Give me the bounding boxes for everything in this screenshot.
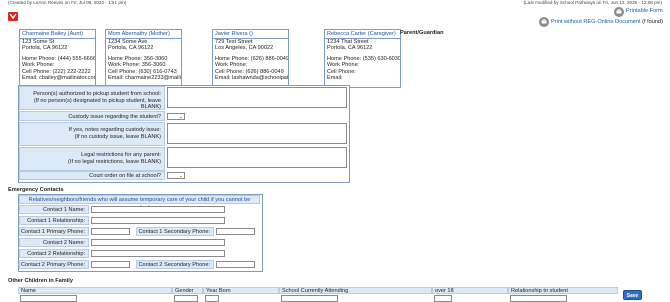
printer-icon[interactable] — [614, 7, 624, 17]
contact1-relationship-label: Contact 1 Relationship: — [19, 216, 89, 225]
contact1-relationship-input[interactable] — [91, 217, 225, 224]
guardian-name[interactable]: Javier Rivera () — [213, 30, 288, 39]
guardian-name[interactable]: Mom Abernathy (Mother) — [106, 30, 181, 39]
child-year-input[interactable] — [205, 295, 219, 302]
found-count: (f found) — [642, 19, 663, 25]
print-without-doc-link[interactable]: Print without REG-Online Document (f fou… — [551, 19, 663, 25]
custody-notes-hint: (If no custody issue, leave BLANK) — [74, 133, 161, 140]
guardian-email: Email: cbailey@mailinator.com — [22, 75, 95, 82]
emergency-header: Relatives/neighbors/friends who will ass… — [19, 195, 260, 211]
custody-issue-label-cell: Custody issue regarding the student? — [19, 111, 165, 121]
custody-issue-label: Custody issue regarding the student? — [68, 113, 161, 120]
contact2-primary-label: Contact 2 Primary Phone: — [19, 260, 89, 269]
col-relationship-header: Relationship to student — [508, 287, 618, 294]
contact1-primary-label: Contact 1 Primary Phone: — [19, 227, 89, 236]
save-button[interactable]: Save — [623, 290, 642, 300]
print-without-label[interactable]: Print without REG-Online Document — [551, 19, 641, 25]
chevron-down-icon: ⌄ — [178, 173, 183, 179]
guardian-name[interactable]: Rebecca Carter (Caregiver) — [325, 30, 400, 39]
contact2-relationship-label: Contact 2 Relationship: — [19, 249, 89, 258]
pickup-label: Person(s) authorized to pickup student f… — [33, 91, 161, 97]
chevron-down-icon: ⌄ — [178, 114, 183, 120]
court-order-label: Court order on file at school? — [89, 173, 161, 179]
printer-icon[interactable] — [539, 17, 549, 27]
contact2-secondary-input[interactable] — [216, 261, 255, 268]
custody-issue-select[interactable]: ⌄ — [167, 113, 185, 120]
child-school-input[interactable] — [281, 295, 338, 302]
legal-label: Legal restrictions for any parent: — [81, 152, 161, 158]
child-over18-select[interactable] — [434, 295, 452, 302]
col-year-born-header: Year Born — [203, 287, 279, 294]
parent-guardian-label: Parent/Guardian — [400, 30, 444, 36]
court-order-select[interactable]: ⌄ — [167, 172, 185, 179]
emergency-section-title: Emergency Contacts — [8, 187, 64, 193]
guardian-name[interactable]: Charmaine Bailey (Aunt) — [20, 30, 95, 39]
contact2-name-input[interactable] — [91, 239, 225, 246]
guardian-card: Mom Abernathy (Mother) 1234 Some Ave Por… — [105, 29, 182, 88]
contact2-relationship-input[interactable] — [91, 250, 225, 257]
contact2-name-label: Contact 2 Name: — [19, 238, 89, 247]
contact1-name-input[interactable] — [91, 206, 225, 213]
contact1-secondary-input[interactable] — [216, 228, 255, 235]
child-gender-select[interactable] — [174, 295, 198, 302]
col-gender-header: Gender — [172, 287, 203, 294]
court-order-label-cell: Court order on file at school? — [19, 171, 165, 180]
custody-notes-label: If yes, notes regarding custody issue: — [68, 127, 161, 133]
contact1-name-label: Contact 1 Name: — [19, 205, 89, 214]
guardian-email: Email: charmaine2233@mailinator.com — [108, 75, 181, 82]
guardian-card: Rebecca Carter (Caregiver) 1234 That Str… — [324, 29, 401, 88]
guardian-email: Email: lashawnda@schoolpathways.com — [215, 75, 288, 82]
guardian-card: Javier Rivera () 729 Test Street Los Ang… — [212, 29, 289, 88]
child-name-input[interactable] — [20, 295, 77, 302]
pickup-textarea[interactable] — [167, 87, 347, 108]
pickup-label-cell: Person(s) authorized to pickup student f… — [19, 86, 165, 110]
legal-textarea[interactable] — [167, 147, 347, 168]
custody-notes-label-cell: If yes, notes regarding custody issue: (… — [19, 122, 165, 146]
legal-label-cell: Legal restrictions for any parent: (If n… — [19, 147, 165, 171]
printable-form-link[interactable]: Printable Form — [626, 8, 663, 14]
guardian-card: Charmaine Bailey (Aunt) 123 Some St Port… — [19, 29, 96, 88]
created-note: (Created by LeAnn Reeves on Fri, Jul 09,… — [8, 0, 127, 5]
custody-notes-textarea[interactable] — [167, 123, 347, 144]
child-relationship-input[interactable] — [510, 295, 567, 302]
contact2-primary-input[interactable] — [91, 261, 130, 268]
school-pathways-logo-icon — [8, 12, 18, 21]
contact1-primary-input[interactable] — [91, 228, 130, 235]
guardian-email: Email: — [327, 75, 343, 82]
other-children-section-title: Other Children in Family — [8, 278, 73, 284]
contact1-secondary-label: Contact 1 Secondary Phone: — [136, 227, 214, 236]
col-over18-header: over 18 — [432, 287, 508, 294]
legal-hint: (If no legal restrictions, leave BLANK) — [68, 158, 161, 165]
modified-note: (Last modified by School Pathways on Fri… — [523, 0, 662, 5]
col-school-header: School Currently Attending — [279, 287, 432, 294]
pickup-hint: (If no person(s) designated to pickup st… — [33, 97, 161, 111]
contact2-secondary-label: Contact 2 Secondary Phone: — [136, 260, 214, 269]
col-name-header: Name — [18, 287, 172, 294]
